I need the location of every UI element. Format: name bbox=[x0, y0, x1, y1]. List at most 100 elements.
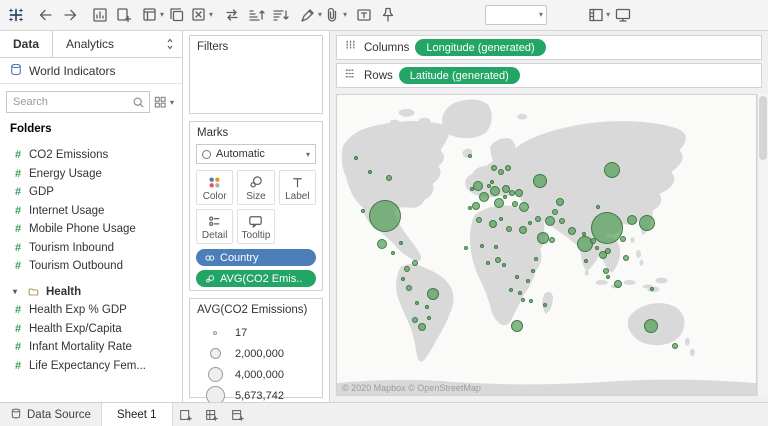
new-datasource-button[interactable] bbox=[112, 2, 136, 28]
map-bubble[interactable] bbox=[582, 232, 586, 236]
new-worksheet-icon[interactable] bbox=[173, 403, 199, 426]
sort-descending-button[interactable] bbox=[268, 2, 292, 28]
map-bubble[interactable] bbox=[515, 275, 519, 279]
map-bubble[interactable] bbox=[620, 236, 626, 242]
map-bubble[interactable] bbox=[556, 198, 564, 206]
sort-ascending-button[interactable] bbox=[244, 2, 268, 28]
field-item[interactable]: #Mobile Phone Usage bbox=[0, 220, 182, 239]
map-bubble[interactable] bbox=[559, 218, 565, 224]
highlight-button[interactable]: ▾ bbox=[298, 2, 323, 28]
map-bubble[interactable] bbox=[552, 209, 558, 215]
map-bubble[interactable] bbox=[511, 320, 523, 332]
map-bubble[interactable] bbox=[377, 239, 387, 249]
map-bubble[interactable] bbox=[499, 217, 503, 221]
map-bubble[interactable] bbox=[503, 195, 507, 199]
map-bubble[interactable] bbox=[399, 241, 403, 245]
size-legend[interactable]: AVG(CO2 Emissions) 172,000,0004,000,0005… bbox=[189, 298, 323, 398]
map-bubble[interactable] bbox=[531, 269, 535, 273]
map-bubble[interactable] bbox=[506, 226, 512, 232]
rows-pill-latitude[interactable]: Latitude (generated) bbox=[399, 67, 520, 84]
map-bubble[interactable] bbox=[486, 261, 490, 265]
field-item[interactable]: #Health Exp/Capita bbox=[0, 320, 182, 339]
map-bubble[interactable] bbox=[468, 206, 472, 210]
map-bubble[interactable] bbox=[412, 260, 418, 266]
map-bubble[interactable] bbox=[584, 259, 588, 263]
save-button[interactable] bbox=[88, 2, 112, 28]
map-bubble[interactable] bbox=[415, 301, 419, 305]
fit-selector[interactable]: ▾ bbox=[484, 2, 548, 28]
search-input[interactable] bbox=[7, 96, 149, 108]
map-bubble[interactable] bbox=[473, 181, 483, 191]
new-dashboard-icon[interactable] bbox=[199, 403, 225, 426]
map-bubble[interactable] bbox=[528, 221, 532, 225]
map-bubble[interactable] bbox=[595, 246, 599, 250]
map-bubble[interactable] bbox=[521, 298, 525, 302]
tab-analytics[interactable]: Analytics bbox=[53, 31, 127, 57]
map-view[interactable]: © 2020 Mapbox © OpenStreetMap bbox=[336, 94, 757, 396]
map-bubble[interactable] bbox=[480, 244, 484, 248]
map-bubble[interactable] bbox=[672, 343, 678, 349]
map-bubble[interactable] bbox=[406, 285, 412, 291]
marks-button-size[interactable]: Size bbox=[237, 170, 274, 205]
columns-pill-longitude[interactable]: Longitude (generated) bbox=[415, 39, 545, 56]
map-bubble[interactable] bbox=[519, 226, 527, 234]
map-bubble[interactable] bbox=[354, 156, 358, 160]
map-bubble[interactable] bbox=[537, 232, 549, 244]
map-bubble[interactable] bbox=[468, 154, 472, 158]
marks-pill-country[interactable]: Country bbox=[196, 249, 316, 266]
field-item[interactable]: #GDP bbox=[0, 183, 182, 202]
map-bubble[interactable] bbox=[526, 279, 530, 283]
map-bubble[interactable] bbox=[605, 248, 611, 254]
map-bubble[interactable] bbox=[604, 162, 620, 178]
columns-shelf[interactable]: Columns Longitude (generated) bbox=[336, 35, 762, 60]
field-item[interactable]: #Life Expectancy Fem... bbox=[0, 357, 182, 376]
field-item[interactable]: #CO2 Emissions bbox=[0, 146, 182, 165]
map-bubble[interactable] bbox=[404, 266, 410, 272]
map-bubble[interactable] bbox=[639, 215, 655, 231]
tab-data[interactable]: Data bbox=[0, 31, 53, 57]
map-bubble[interactable] bbox=[491, 165, 497, 171]
map-bubble[interactable] bbox=[603, 268, 609, 274]
scrollbar-thumb[interactable] bbox=[759, 96, 767, 160]
map-bubble[interactable] bbox=[529, 299, 533, 303]
marks-button-label[interactable]: Label bbox=[279, 170, 316, 205]
field-item[interactable]: #Energy Usage bbox=[0, 165, 182, 184]
marks-button-tooltip[interactable]: Tooltip bbox=[237, 209, 274, 244]
folder-item[interactable]: ▾Health bbox=[0, 283, 182, 302]
map-bubble[interactable] bbox=[606, 275, 610, 279]
tab-sheet1[interactable]: Sheet 1 bbox=[102, 403, 173, 426]
map-bubble[interactable] bbox=[490, 180, 494, 184]
map-bubble[interactable] bbox=[545, 216, 555, 226]
map-bubble[interactable] bbox=[650, 287, 654, 291]
field-item[interactable]: #Infant Mortality Rate bbox=[0, 338, 182, 357]
map-bubble[interactable] bbox=[568, 227, 576, 235]
map-bubble[interactable] bbox=[427, 316, 431, 320]
map-bubble[interactable] bbox=[361, 209, 365, 213]
map-bubble[interactable] bbox=[495, 257, 501, 263]
filters-shelf[interactable]: Filters bbox=[189, 35, 323, 114]
map-bubble[interactable] bbox=[470, 187, 474, 191]
vertical-scrollbar[interactable] bbox=[757, 94, 768, 396]
fit-selector[interactable]: ▾ bbox=[485, 5, 547, 25]
show-mark-labels-button[interactable] bbox=[352, 2, 376, 28]
map-bubble[interactable] bbox=[412, 317, 418, 323]
field-item[interactable]: #Tourism Inbound bbox=[0, 239, 182, 258]
undo-button[interactable] bbox=[34, 2, 58, 28]
map-bubble[interactable] bbox=[489, 220, 497, 228]
pane-swap-icon[interactable] bbox=[158, 31, 182, 57]
map-bubble[interactable] bbox=[487, 184, 491, 188]
map-bubble[interactable] bbox=[472, 202, 480, 210]
view-as-icon[interactable] bbox=[153, 95, 167, 109]
chevron-down-icon[interactable]: ▾ bbox=[170, 98, 176, 107]
map-bubble[interactable] bbox=[515, 189, 523, 197]
map-bubble[interactable] bbox=[502, 263, 506, 267]
map-bubble[interactable] bbox=[512, 201, 518, 207]
map-bubble[interactable] bbox=[549, 237, 555, 243]
folder-caret-icon[interactable]: ▾ bbox=[13, 287, 21, 296]
marks-pill-avg-co2[interactable]: AVG(CO2 Emis.. bbox=[196, 270, 316, 287]
redo-button[interactable] bbox=[58, 2, 82, 28]
map-bubble[interactable] bbox=[498, 169, 504, 175]
fix-axes-button[interactable] bbox=[376, 2, 400, 28]
field-item[interactable]: #Health Exp % GDP bbox=[0, 301, 182, 320]
map-bubble[interactable] bbox=[591, 212, 623, 244]
